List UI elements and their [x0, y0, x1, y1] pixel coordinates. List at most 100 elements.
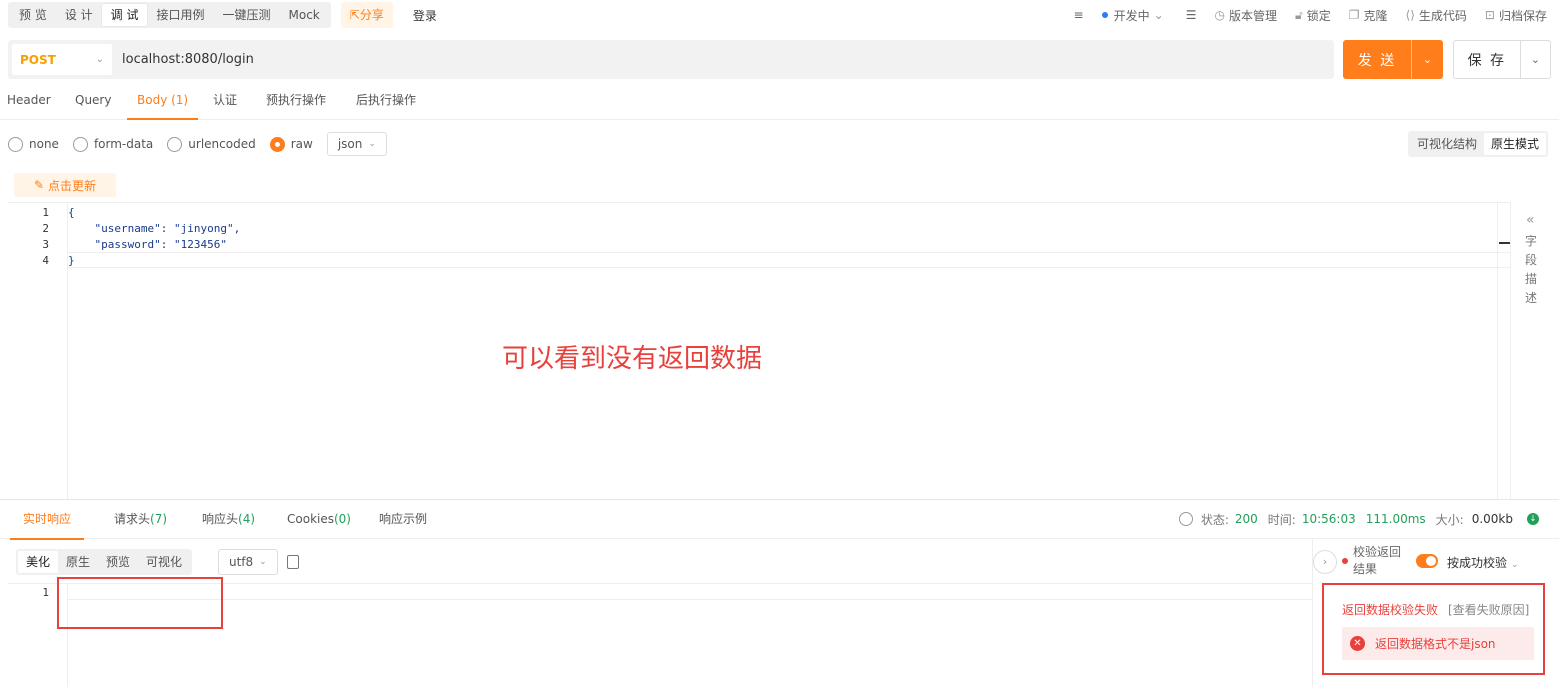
annotation-box-empty-response	[57, 577, 223, 629]
editor-mode-switch: 可视化结构 原生模式	[1408, 131, 1549, 157]
validation-error-message: ✕ 返回数据格式不是json	[1342, 627, 1534, 660]
code-icon: ⟨⟩	[1405, 8, 1415, 22]
format-select[interactable]: json ⌄	[326, 132, 387, 156]
view-raw[interactable]: 原生	[58, 551, 98, 573]
url-bar: POST ⌄ localhost:8080/login	[8, 40, 1334, 79]
radio-raw[interactable]: raw	[269, 136, 313, 152]
tab-live-response[interactable]: 实时响应	[10, 500, 85, 540]
radio-circle-icon	[8, 136, 23, 152]
response-time: 10:56:03	[1301, 512, 1356, 526]
globe-icon[interactable]	[1178, 512, 1193, 526]
line-number: 4	[42, 254, 49, 267]
tab-mock[interactable]: Mock	[280, 4, 329, 26]
line-gutter: 1 2 3 4	[8, 203, 68, 500]
field-description-panel[interactable]: « 字段描述	[1510, 202, 1559, 499]
response-size: 0.00kb	[1471, 512, 1513, 526]
tab-request-headers[interactable]: 请求头(7)	[114, 500, 167, 540]
tab-debug[interactable]: 调 试	[101, 4, 148, 26]
copy-icon[interactable]	[287, 555, 299, 569]
radio-circle-icon	[167, 136, 183, 152]
chevron-right-icon[interactable]: ›	[1313, 550, 1337, 574]
chevron-down-icon: ⌄	[95, 54, 104, 65]
line-number: 2	[42, 222, 49, 235]
tab-cookies[interactable]: Cookies(0)	[287, 500, 351, 540]
view-visual[interactable]: 可视化	[138, 551, 190, 573]
code-line: "password": "123456"	[68, 238, 227, 251]
error-dot-icon	[1342, 558, 1348, 564]
api-name-tab[interactable]: 登录	[413, 7, 437, 24]
request-tabs: Header Query Body (1) 认证 预执行操作 后执行操作	[0, 82, 1559, 120]
clone-button[interactable]: ❐ 克隆	[1349, 7, 1388, 24]
save-button[interactable]: 保 存 ⌄	[1453, 40, 1551, 79]
body-type-radios: none form-data urlencoded raw json ⌄	[8, 132, 387, 156]
chevron-down-icon: ⌄	[259, 557, 267, 567]
share-icon: ⇱	[349, 8, 360, 22]
validation-title: 校验返回结果	[1353, 545, 1402, 576]
tab-body[interactable]: Body (1)	[127, 82, 199, 120]
line-number: 1	[42, 586, 49, 599]
lock-icon: 🔓︎	[1294, 7, 1303, 22]
code-line: }	[68, 254, 75, 267]
chevron-down-icon: ⌄	[1153, 8, 1164, 22]
radio-none[interactable]: none	[8, 136, 59, 152]
radio-circle-icon	[72, 136, 88, 152]
mode-visual[interactable]: 可视化结构	[1410, 133, 1484, 155]
current-line-highlight	[68, 584, 1312, 600]
archive-button[interactable]: ⊡ 归档保存	[1485, 7, 1547, 24]
send-dropdown-chevron-icon[interactable]: ⌄	[1411, 40, 1443, 79]
status-dropdown[interactable]: 开发中 ⌄	[1101, 7, 1168, 24]
download-icon[interactable]: ↓	[1527, 513, 1539, 525]
copy-icon: ❐	[1348, 8, 1360, 22]
mode-raw[interactable]: 原生模式	[1484, 133, 1547, 155]
list-icon[interactable]: ≡	[1074, 8, 1084, 22]
clock-icon: ◷	[1214, 8, 1225, 22]
response-duration: 111.00ms	[1365, 512, 1426, 526]
tab-design[interactable]: 设 计	[56, 4, 102, 26]
send-button[interactable]: 发 送 ⌄	[1343, 40, 1443, 79]
refresh-button[interactable]: ✎ 点击更新	[14, 173, 116, 197]
lock-button[interactable]: 🔓︎ 锁定	[1295, 7, 1331, 24]
encoding-select[interactable]: utf8 ⌄	[218, 549, 278, 575]
tab-preview[interactable]: 预 览	[10, 4, 56, 26]
share-button[interactable]: ⇱分享	[340, 2, 393, 28]
view-tabs: 预 览 设 计 调 试 接口用例 一键压测 Mock	[8, 2, 331, 28]
view-preview[interactable]: 预览	[98, 551, 138, 573]
edit-icon: ✎	[33, 178, 45, 192]
view-pretty[interactable]: 美化	[18, 551, 59, 573]
tab-response-headers[interactable]: 响应头(4)	[202, 500, 255, 540]
tab-header[interactable]: Header	[7, 82, 51, 120]
tab-query[interactable]: Query	[75, 82, 111, 120]
validation-toggle[interactable]	[1416, 554, 1438, 568]
validation-mode-select[interactable]: 按成功校验 ⌄	[1447, 554, 1519, 571]
radio-form-data[interactable]: form-data	[72, 136, 153, 152]
top-actions: ≡ 开发中 ⌄ ☰ ◷ 版本管理 🔓︎ 锁定 ❐ 克隆 ⟨⟩ 生成代码 ⊡ 归档保存	[1056, 0, 1547, 30]
codegen-button[interactable]: ⟨⟩ 生成代码	[1406, 7, 1467, 24]
tab-response-example[interactable]: 响应示例	[379, 500, 427, 540]
tab-auth[interactable]: 认证	[213, 82, 237, 120]
view-fail-reason-link[interactable]: [查看失败原因]	[1448, 601, 1529, 618]
code-line: "username": "jinyong",	[68, 222, 241, 235]
version-button[interactable]: ◷ 版本管理	[1214, 7, 1277, 24]
double-chevron-left-icon[interactable]: «	[1526, 212, 1535, 228]
validation-fail-text: 返回数据校验失败	[1342, 603, 1439, 617]
field-description-label: 字段描述	[1525, 234, 1538, 305]
scroll-thumb[interactable]	[1499, 242, 1510, 244]
url-input[interactable]: localhost:8080/login	[122, 52, 254, 67]
radio-urlencoded[interactable]: urlencoded	[167, 136, 256, 152]
method-select[interactable]: POST ⌄	[12, 44, 112, 75]
tab-test-cases[interactable]: 接口用例	[147, 4, 213, 26]
tab-stress-test[interactable]: 一键压测	[214, 4, 280, 26]
response-view-modes: 美化 原生 预览 可视化	[16, 549, 193, 575]
code-line: {	[68, 206, 75, 219]
close-circle-icon: ✕	[1350, 636, 1365, 651]
tab-post-script[interactable]: 后执行操作	[356, 82, 416, 120]
radio-checked-icon	[269, 136, 285, 152]
status-code: 200	[1234, 512, 1258, 526]
save-dropdown-chevron-icon[interactable]: ⌄	[1519, 41, 1550, 78]
outline-icon[interactable]: ☰	[1186, 8, 1197, 22]
tab-pre-script[interactable]: 预执行操作	[266, 82, 326, 120]
line-number: 1	[42, 206, 49, 219]
line-number: 3	[42, 238, 49, 251]
editor-scrollbar[interactable]	[1497, 202, 1510, 499]
current-line-highlight	[68, 252, 1510, 268]
